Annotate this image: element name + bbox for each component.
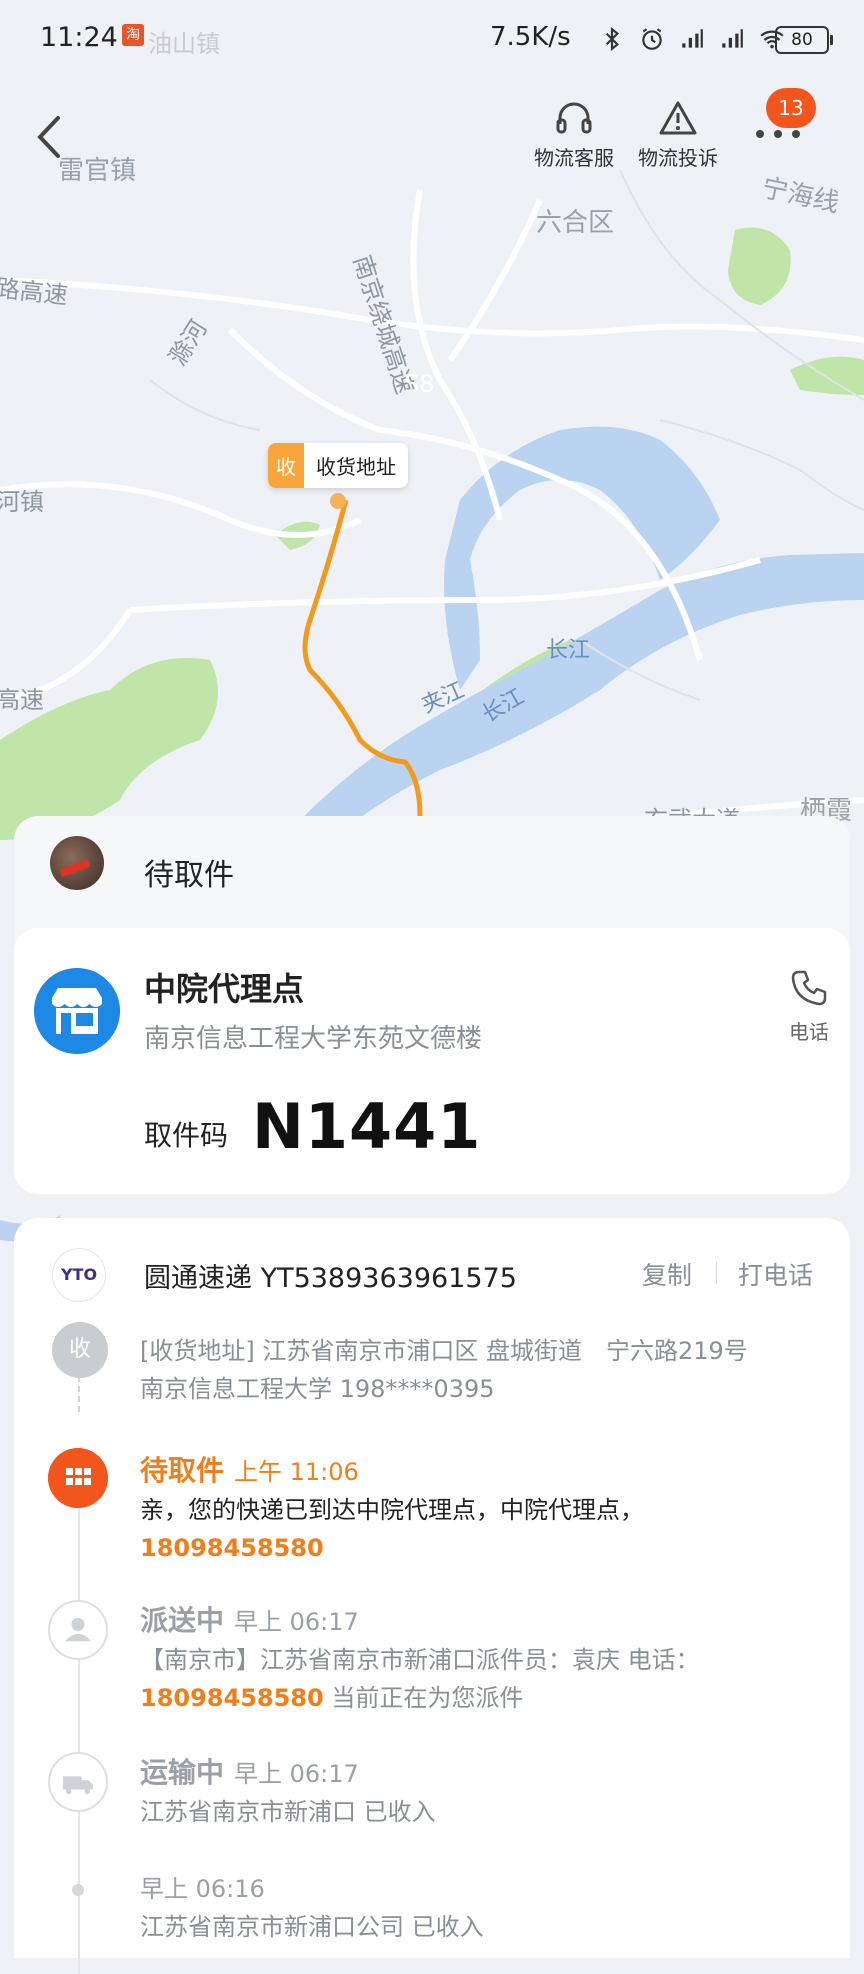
event-title: 派送中 <box>140 1604 225 1637</box>
package-status-title: 待取件 <box>144 858 234 893</box>
event-time: 上午 11:06 <box>234 1458 359 1486</box>
product-thumbnail[interactable] <box>50 836 104 890</box>
map-label: 路高速 <box>0 274 70 310</box>
signal-icon <box>682 29 703 48</box>
network-speed: 7.5K/s <box>490 22 571 52</box>
alarm-icon <box>642 28 662 50</box>
station-phone-button[interactable]: 电话 <box>774 968 844 1045</box>
receive-address-line: [收货地址] 江苏省南京市浦口区 盘城街道 宁六路219号 <box>140 1337 748 1365</box>
receive-address: [收货地址] 江苏省南京市浦口区 盘城街道 宁六路219号 南京信息工程大学 1… <box>140 1332 748 1408</box>
event-received: 早上 06:16 江苏省南京市新浦口公司 已收入 <box>140 1870 484 1946</box>
logistics-complaint-button[interactable]: 物流投诉 <box>628 100 728 171</box>
taobao-app-icon: 淘 <box>122 24 144 46</box>
event-detail-suffix: 当前正在为您派件 <box>323 1684 524 1712</box>
event-detail: 江苏省南京市新浦口公司 已收入 <box>140 1913 484 1941</box>
event-pickup: 待取件 上午 11:06 亲，您的快递已到达中院代理点，中院代理点， 180984… <box>140 1452 644 1567</box>
pickup-station-card: 中院代理点 南京信息工程大学东苑文德楼 电话 取件码 N1441 <box>14 928 850 1194</box>
event-time: 早上 06:16 <box>140 1875 265 1903</box>
event-detail: 江苏省南京市新浦口 已收入 <box>140 1798 436 1826</box>
logistics-service-label: 物流客服 <box>534 146 614 170</box>
warning-icon <box>659 101 697 135</box>
map-label: 六合区 <box>536 208 615 238</box>
divider <box>716 1262 717 1284</box>
event-time: 早上 06:17 <box>234 1608 359 1636</box>
copy-button[interactable]: 复制 <box>642 1256 692 1292</box>
logistics-complaint-label: 物流投诉 <box>638 146 718 170</box>
event-delivering: 派送中 早上 06:17 【南京市】江苏省南京市新浦口派件员：袁庆 电话： 180… <box>140 1602 700 1717</box>
event-time: 早上 06:17 <box>234 1760 359 1788</box>
status-bar: 11:24 淘 油山镇 7.5K/s 80 <box>0 0 864 78</box>
pickup-code-label: 取件码 <box>144 1119 229 1152</box>
pin-tag: 收 <box>268 443 304 488</box>
event-transit: 运输中 早上 06:17 江苏省南京市新浦口 已收入 <box>140 1754 436 1831</box>
map-label: S8 <box>404 370 435 398</box>
event-detail: 亲，您的快递已到达中院代理点，中院代理点， <box>140 1496 644 1524</box>
pickup-grid-icon <box>48 1448 108 1508</box>
back-arrow-icon[interactable] <box>30 112 70 162</box>
logistics-service-button[interactable]: 物流客服 <box>524 100 624 171</box>
delivery-address-pin[interactable]: 收 收货地址 <box>268 443 408 488</box>
receive-node: 收 <box>52 1322 108 1378</box>
event-detail: 【南京市】江苏省南京市新浦口派件员：袁庆 电话： <box>140 1646 700 1674</box>
map-label-faded: 油山镇 <box>148 30 220 58</box>
map-label: 长江 <box>546 638 591 663</box>
station-phone-link[interactable]: 18098458580 <box>140 1529 644 1567</box>
phone-label: 电话 <box>789 1020 829 1044</box>
signal-icon <box>722 29 743 48</box>
bluetooth-icon <box>605 26 620 52</box>
station-name: 中院代理点 <box>144 970 305 1008</box>
map-label: 河镇 <box>0 488 44 516</box>
timeline-line <box>78 1454 80 1974</box>
notification-badge: 13 <box>766 88 816 128</box>
courier-person-icon <box>48 1600 108 1660</box>
store-icon <box>34 968 120 1054</box>
receive-contact-line: 南京信息工程大学 198****0395 <box>140 1375 495 1403</box>
courier-phone-link[interactable]: 18098458580 <box>140 1684 324 1712</box>
event-title: 运输中 <box>140 1756 225 1789</box>
status-icons <box>596 24 788 54</box>
status-time: 11:24 <box>40 22 118 53</box>
headset-icon <box>556 102 592 134</box>
map-label: 高速 <box>0 686 44 714</box>
pin-label: 收货地址 <box>316 455 396 479</box>
battery-icon: 80 <box>775 26 833 54</box>
station-address: 南京信息工程大学东苑文德楼 <box>144 1024 483 1054</box>
tracking-number: 圆通速递 YT5389363961575 <box>144 1263 517 1294</box>
phone-icon <box>791 970 827 1006</box>
event-title: 待取件 <box>140 1454 225 1487</box>
tracking-card: YTO 圆通速递 YT5389363961575 复制 打电话 收 [收货地址]… <box>14 1218 850 1974</box>
truck-icon <box>48 1752 108 1812</box>
timeline-dot <box>72 1884 84 1896</box>
call-courier-button[interactable]: 打电话 <box>738 1256 813 1292</box>
yto-logo: YTO <box>52 1248 106 1302</box>
pickup-code: N1441 <box>252 1090 482 1163</box>
